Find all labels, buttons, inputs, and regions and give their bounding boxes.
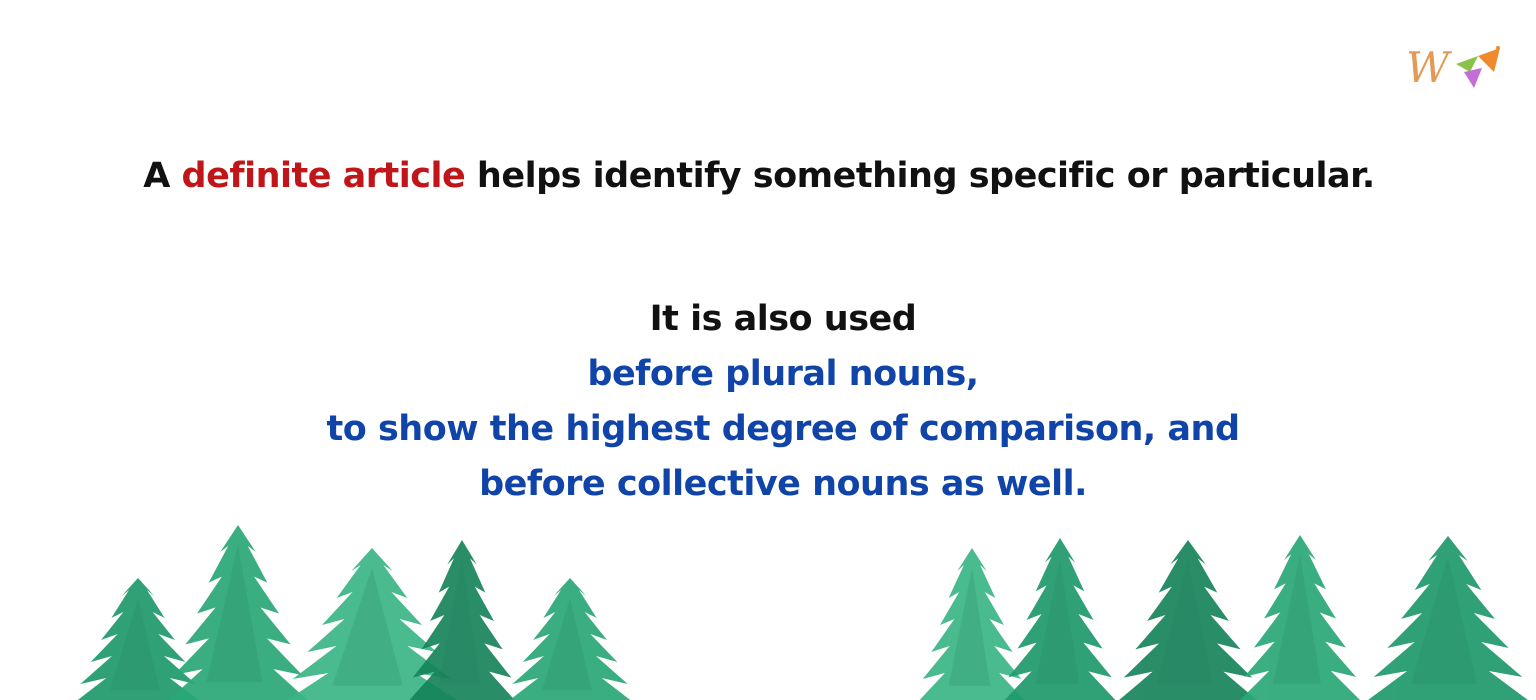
pine-tree-body <box>509 578 631 700</box>
pine-tree-shade <box>1035 558 1080 685</box>
pine-tree-body <box>409 540 515 700</box>
headline-accent: definite article <box>181 156 466 196</box>
logo-dot <box>1496 46 1500 50</box>
slide: W A definite article helps identify some… <box>0 0 1536 700</box>
pine-tree-body <box>1119 540 1257 700</box>
pine-tree <box>1119 540 1257 700</box>
pine-tree-body <box>77 578 199 700</box>
pine-tree <box>919 548 1025 700</box>
pine-tree-shade <box>206 545 263 683</box>
usage-intro: It is also used <box>649 299 917 339</box>
logo-pennant-purple <box>1464 68 1482 88</box>
headline-prefix: A <box>143 156 182 196</box>
pine-tree-body <box>287 548 457 700</box>
logo-letter: W <box>1406 43 1453 92</box>
pine-tree-body <box>1240 535 1360 700</box>
usage-point: to show the highest degree of comparison… <box>326 409 1241 449</box>
pine-tree-body <box>1004 538 1116 700</box>
pine-tree-shade <box>438 560 481 685</box>
usage-list: It is also used before plural nouns, to … <box>0 292 1536 512</box>
definition-headline: A definite article helps identify someth… <box>0 156 1518 196</box>
w-pennant-logo-icon: W <box>1406 43 1500 92</box>
pine-tree-body <box>919 548 1025 700</box>
pine-tree <box>168 525 308 700</box>
pine-tree-shade <box>948 568 991 686</box>
pine-tree-shade <box>1411 556 1477 684</box>
pine-tree-shade <box>332 568 403 686</box>
usage-point: before collective nouns as well. <box>479 464 1087 504</box>
pine-tree-body <box>168 525 308 700</box>
pine-tree-shade <box>110 598 160 691</box>
pine-tree <box>509 578 631 700</box>
usage-point: before plural nouns, <box>587 354 979 394</box>
pine-tree <box>77 578 199 700</box>
pine-tree-shade <box>1156 560 1213 685</box>
pine-tree <box>1240 535 1360 700</box>
pine-tree <box>1004 538 1116 700</box>
pine-tree-body <box>1368 536 1528 700</box>
pine-tree-shade <box>1273 555 1321 684</box>
logo-pennant-green <box>1456 56 1478 72</box>
pine-tree <box>409 540 515 700</box>
headline-suffix: helps identify something specific or par… <box>465 156 1375 196</box>
pine-tree <box>1368 536 1528 700</box>
pine-tree <box>287 548 457 700</box>
pine-tree-shade <box>542 598 592 691</box>
